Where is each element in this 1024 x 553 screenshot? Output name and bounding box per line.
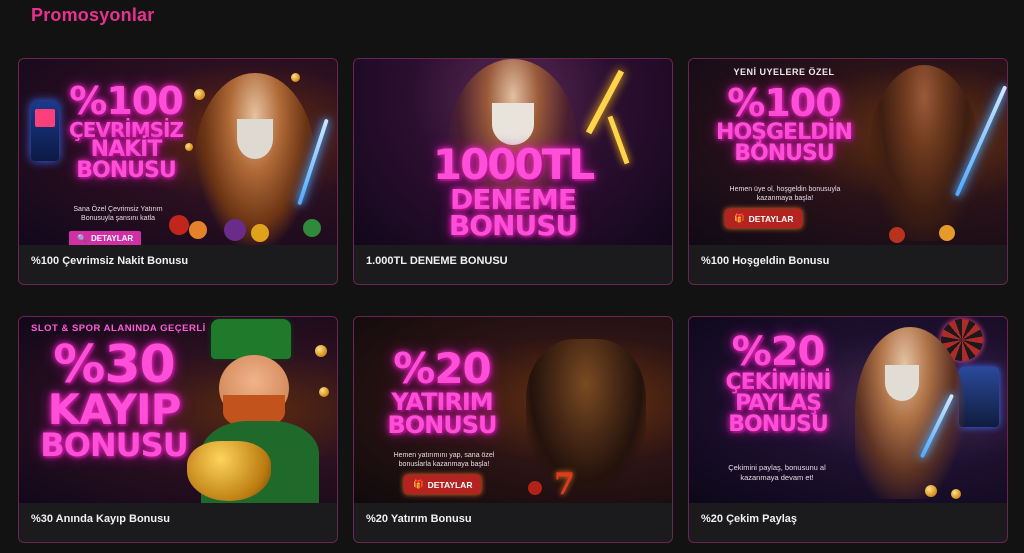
promo-subtext: Hemen üye ol, hoşgeldin bonusuyla kazanm…: [729, 186, 841, 203]
promo-banner[interactable]: SLOT & SPOR ALANINDA GEÇERLİ %30 KAYIP B…: [19, 317, 337, 503]
coin-image: [315, 345, 327, 357]
details-button[interactable]: 🎁 DETAYLAR: [725, 209, 803, 228]
promo-card-yatirim-bonusu[interactable]: 7 %20 YATIRIM BONUSU Hemen yatırımını ya…: [353, 316, 673, 543]
promo-card-cevrimsiz-nakit[interactable]: %100 ÇEVRİMSİZ NAKİT BONUSU Sana Özel Çe…: [18, 58, 338, 285]
promo-caption: %30 Anında Kayıp Bonusu: [31, 513, 170, 525]
promo-headline: BONUSU: [734, 140, 834, 166]
promo-headline: BONUSU: [728, 411, 828, 437]
fruit-image: [251, 224, 269, 242]
lightning-bolt-image: [585, 69, 625, 135]
gift-icon: 🎁: [413, 479, 424, 489]
promo-banner[interactable]: %100 ÇEVRİMSİZ NAKİT BONUSU Sana Özel Çe…: [19, 59, 337, 245]
promo-headline: %100: [69, 79, 183, 123]
promo-subtext: Hemen yatırımını yap, sana özel bonuslar…: [393, 452, 495, 469]
page-title: Promosyonlar: [31, 5, 155, 25]
fruit-image: [303, 219, 321, 237]
promo-banner[interactable]: YENİ UYELERE ÖZEL %100 HOŞGELDİN BONUSU …: [689, 59, 1007, 245]
gift-icon: 🎁: [734, 213, 745, 223]
lucky-seven-image: 7: [554, 467, 575, 502]
promo-headline: BONUSU: [76, 157, 176, 183]
promo-card-cekim-paylas[interactable]: %20 ÇEKİMİNİ PAYLAŞ BONUSU Çekimini payl…: [688, 316, 1008, 543]
beard-image: [492, 103, 534, 145]
fruit-image: [939, 225, 955, 241]
promo-card-deneme-bonusu[interactable]: 1000TL DENEME BONUSU 1.000TL DENEME BONU…: [353, 58, 673, 285]
warrior-woman-image: [869, 65, 979, 241]
coin-image: [194, 89, 205, 100]
promo-subtext: Sana Özel Çevrimsiz Yatırım Bonusuyla şa…: [73, 206, 163, 223]
search-icon: 🔍: [77, 234, 87, 243]
promo-banner[interactable]: 7 %20 YATIRIM BONUSU Hemen yatırımını ya…: [354, 317, 672, 503]
fruit-image: [528, 481, 542, 495]
promo-caption: %20 Yatırım Bonusu: [366, 513, 472, 525]
promo-headline: 1000TL: [432, 140, 595, 189]
beard-image: [237, 119, 273, 159]
promo-eyebrow: SLOT & SPOR ALANINDA GEÇERLİ: [31, 323, 206, 334]
fruit-image: [224, 219, 246, 241]
leprechaun-hat-image: [211, 319, 291, 359]
promo-subtext: Çekimini paylaş, bonusunu al kazanmaya d…: [728, 463, 826, 482]
details-button[interactable]: 🎁 DETAYLAR: [404, 475, 482, 494]
promo-headline: BONUSU: [387, 410, 497, 439]
coin-image: [951, 489, 961, 499]
pot-of-gold-image: [187, 441, 271, 501]
promo-eyebrow: YENİ UYELERE ÖZEL: [733, 67, 835, 77]
slot-machine-image: [959, 367, 999, 427]
promo-headline: BONUSU: [448, 209, 578, 243]
fruit-image: [889, 227, 905, 243]
slot-machine-image: [31, 101, 59, 161]
throne-figure-image: [526, 339, 646, 489]
promo-caption: %100 Hoşgeldin Bonusu: [701, 255, 830, 267]
promo-headline: %20: [731, 329, 826, 375]
promo-caption: %20 Çekim Paylaş: [701, 513, 798, 525]
details-button[interactable]: 🔍 DETAYLAR: [69, 231, 142, 245]
promo-caption: 1.000TL DENEME BONUSU: [366, 255, 508, 267]
promo-card-kayip-bonusu[interactable]: SLOT & SPOR ALANINDA GEÇERLİ %30 KAYIP B…: [18, 316, 338, 543]
promo-headline: KAYIP: [47, 385, 182, 435]
promo-headline: %30: [53, 335, 175, 395]
zeus-figure-image: [195, 73, 315, 245]
coin-image: [925, 485, 937, 497]
promo-headline: %100: [727, 81, 841, 125]
fruit-image: [189, 221, 207, 239]
coin-image: [291, 73, 300, 82]
promo-headline: BONUSU: [40, 426, 188, 465]
promo-card-hosgeldin-bonusu[interactable]: YENİ UYELERE ÖZEL %100 HOŞGELDİN BONUSU …: [688, 58, 1008, 285]
beard-image: [885, 365, 919, 401]
promo-headline: %20: [393, 344, 492, 393]
promo-banner[interactable]: %20 ÇEKİMİNİ PAYLAŞ BONUSU Çekimini payl…: [689, 317, 1007, 503]
promo-banner[interactable]: 1000TL DENEME BONUSU: [354, 59, 672, 245]
coin-image: [319, 387, 329, 397]
promo-caption: %100 Çevrimsiz Nakit Bonusu: [31, 255, 189, 267]
zeus-figure-image: [855, 327, 965, 499]
